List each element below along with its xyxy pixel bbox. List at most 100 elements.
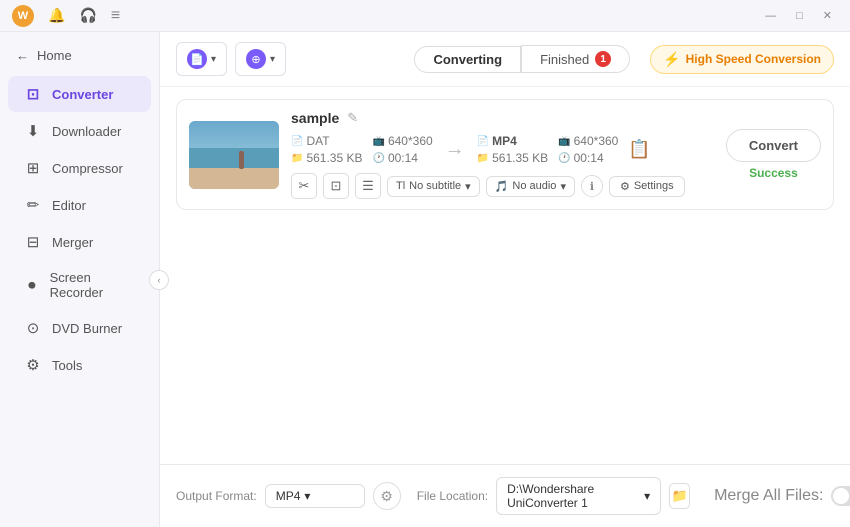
- add-option-arrow: ▾: [270, 54, 275, 65]
- input-size: 561.35 KB: [306, 151, 362, 165]
- merge-section: Merge All Files:: [714, 486, 850, 506]
- finished-tab[interactable]: Finished 1: [521, 45, 630, 73]
- sidebar-item-editor[interactable]: ✏Editor: [8, 187, 151, 223]
- downloader-icon: ⬇: [24, 122, 42, 140]
- sidebar-item-label-merger: Merger: [52, 235, 93, 250]
- sidebar-item-label-screen-recorder: Screen Recorder: [50, 270, 135, 300]
- beach-figure: [239, 151, 244, 169]
- sidebar-item-merger[interactable]: ⊟ Merger: [8, 224, 151, 260]
- location-value: D:\Wondershare UniConverter 1: [507, 482, 640, 510]
- title-bar-icons: W 🔔 🎧 ≡: [12, 5, 120, 27]
- compressor-icon: ⊞: [24, 159, 42, 177]
- location-arrow: ▾: [644, 489, 650, 503]
- sidebar-home[interactable]: ← Home: [0, 40, 159, 75]
- input-size-row: 📁 561.35 KB: [291, 151, 363, 165]
- sidebar-item-label-editor: Editor: [52, 198, 86, 213]
- sidebar-items: ⊡Converter⬇Downloader⊞Compressor✏Editor⊟…: [0, 75, 159, 384]
- input-format-row: 📄 DAT: [291, 134, 363, 148]
- menu-icon[interactable]: ≡: [111, 7, 120, 25]
- main-content: 📄 ▾ ⊕ ▾ Converting Finished 1 ⚡ High Spe…: [160, 32, 850, 527]
- file-list: sample ✎ 📄 DAT 📁 561.35 KB: [160, 87, 850, 464]
- convert-section: Convert Success: [726, 129, 821, 180]
- close-button[interactable]: ✕: [817, 7, 838, 24]
- sidebar-item-label-dvd-burner: DVD Burner: [52, 321, 122, 336]
- subtitle-select[interactable]: Tl No subtitle ▾: [387, 176, 480, 197]
- tools-icon: ⚙: [24, 356, 42, 374]
- sidebar-item-dvd-burner[interactable]: ⊙ DVD Burner: [8, 310, 151, 346]
- app-layout: ← Home ⊡Converter⬇Downloader⊞Compressor✏…: [0, 32, 850, 527]
- format-select[interactable]: MP4 ▾: [265, 484, 365, 508]
- subtitle-icon: Tl: [396, 180, 405, 192]
- screen-recorder-icon: ⏺: [24, 276, 40, 294]
- merger-icon: ⊟: [24, 233, 42, 251]
- settings-button[interactable]: ⚙ Settings: [609, 176, 685, 197]
- sidebar-item-tools[interactable]: ⚙Tools: [8, 347, 151, 383]
- add-option-button[interactable]: ⊕ ▾: [235, 42, 286, 76]
- input-duration-row: 🕐 00:14: [373, 151, 433, 165]
- sidebar-item-compressor[interactable]: ⊞ Compressor: [8, 150, 151, 186]
- location-select[interactable]: D:\Wondershare UniConverter 1 ▾: [496, 477, 661, 515]
- headphone-icon[interactable]: 🎧: [79, 7, 96, 24]
- output-duration-row: 🕐 00:14: [558, 151, 618, 165]
- settings-label: Settings: [634, 180, 674, 192]
- format-settings-button[interactable]: ⚙: [373, 482, 401, 510]
- converting-tab[interactable]: Converting: [414, 46, 521, 73]
- add-file-icon: 📄: [187, 49, 207, 69]
- add-files-button[interactable]: 📄 ▾: [176, 42, 227, 76]
- input-format: DAT: [306, 134, 329, 148]
- speed-label: High Speed Conversion: [686, 52, 821, 66]
- crop-button[interactable]: ⊡: [323, 173, 349, 199]
- format-value: MP4: [276, 489, 301, 503]
- cut-button[interactable]: ✂: [291, 173, 317, 199]
- sidebar-item-label-downloader: Downloader: [52, 124, 121, 139]
- sidebar-item-converter[interactable]: ⊡Converter: [8, 76, 151, 112]
- audio-icon: 🎵: [495, 180, 509, 193]
- merge-toggle[interactable]: [831, 486, 850, 506]
- sidebar-item-label-converter: Converter: [52, 87, 113, 102]
- resolution-icon: 📺: [373, 136, 385, 147]
- sidebar-collapse-button[interactable]: ‹: [149, 270, 169, 290]
- input-resolution: 640*360: [388, 134, 433, 148]
- merge-label: Merge All Files:: [714, 487, 823, 505]
- arrow-icon: →: [445, 138, 465, 161]
- add-file-label: ▾: [211, 54, 216, 65]
- file-thumbnail: [189, 121, 279, 189]
- folder-button[interactable]: 📁: [669, 483, 690, 509]
- file-location-label: File Location:: [417, 489, 488, 503]
- file-item: sample ✎ 📄 DAT 📁 561.35 KB: [176, 99, 834, 210]
- settings-gear-icon: ⚙: [620, 180, 630, 193]
- output-format-row: 📄 MP4: [477, 134, 549, 148]
- subtitle-arrow: ▾: [465, 180, 471, 193]
- title-bar: W 🔔 🎧 ≡ — □ ✕: [0, 0, 850, 32]
- output-size: 561.35 KB: [492, 151, 548, 165]
- speed-icon: ⚡: [663, 51, 680, 68]
- sidebar-item-label-compressor: Compressor: [52, 161, 123, 176]
- file-info: sample ✎ 📄 DAT 📁 561.35 KB: [291, 110, 706, 199]
- subtitle-label: No subtitle: [409, 180, 461, 192]
- audio-arrow: ▾: [560, 180, 566, 193]
- extra-icon: 📋: [628, 139, 650, 160]
- minimize-button[interactable]: —: [759, 8, 782, 24]
- output-format-label: Output Format:: [176, 489, 257, 503]
- success-label: Success: [749, 166, 798, 180]
- audio-select[interactable]: 🎵 No audio ▾: [486, 176, 575, 197]
- sidebar-item-screen-recorder[interactable]: ⏺ Screen Recorder: [8, 261, 151, 309]
- info-button[interactable]: ℹ: [581, 175, 603, 197]
- file-location-field: File Location: D:\Wondershare UniConvert…: [417, 477, 690, 515]
- more-button[interactable]: ☰: [355, 173, 381, 199]
- size-icon: 📁: [291, 153, 303, 164]
- sand: [189, 168, 279, 188]
- edit-icon[interactable]: ✎: [347, 110, 358, 126]
- audio-label: No audio: [512, 180, 556, 192]
- bell-icon[interactable]: 🔔: [48, 7, 65, 24]
- tab-area: Converting Finished 1: [414, 45, 630, 73]
- dvd-burner-icon: ⊙: [24, 319, 42, 337]
- maximize-button[interactable]: □: [790, 8, 809, 24]
- convert-button[interactable]: Convert: [726, 129, 821, 162]
- output-format-field: Output Format: MP4 ▾ ⚙: [176, 482, 401, 510]
- sidebar-item-downloader[interactable]: ⬇ Downloader: [8, 113, 151, 149]
- output-resolution-icon: 📺: [558, 136, 570, 147]
- input-resolution-row: 📺 640*360: [373, 134, 433, 148]
- speed-conversion-button[interactable]: ⚡ High Speed Conversion: [650, 45, 834, 74]
- output-format-icon: 📄: [477, 136, 489, 147]
